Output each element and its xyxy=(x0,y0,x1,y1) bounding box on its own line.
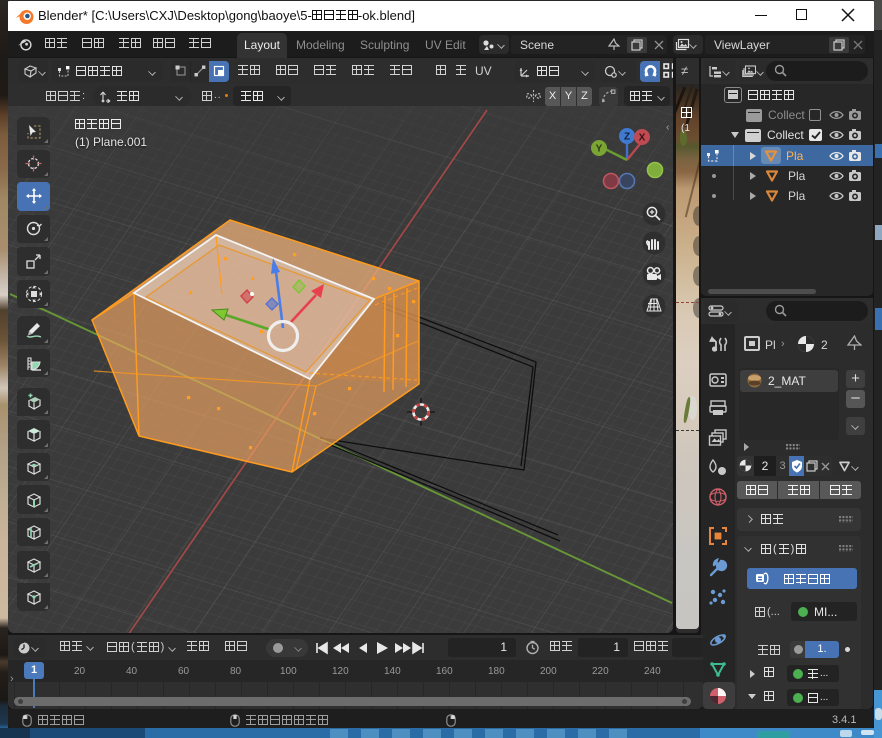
svg-text:Y: Y xyxy=(596,144,603,155)
svg-text:Z: Z xyxy=(624,132,630,143)
svg-text:X: X xyxy=(639,133,646,144)
